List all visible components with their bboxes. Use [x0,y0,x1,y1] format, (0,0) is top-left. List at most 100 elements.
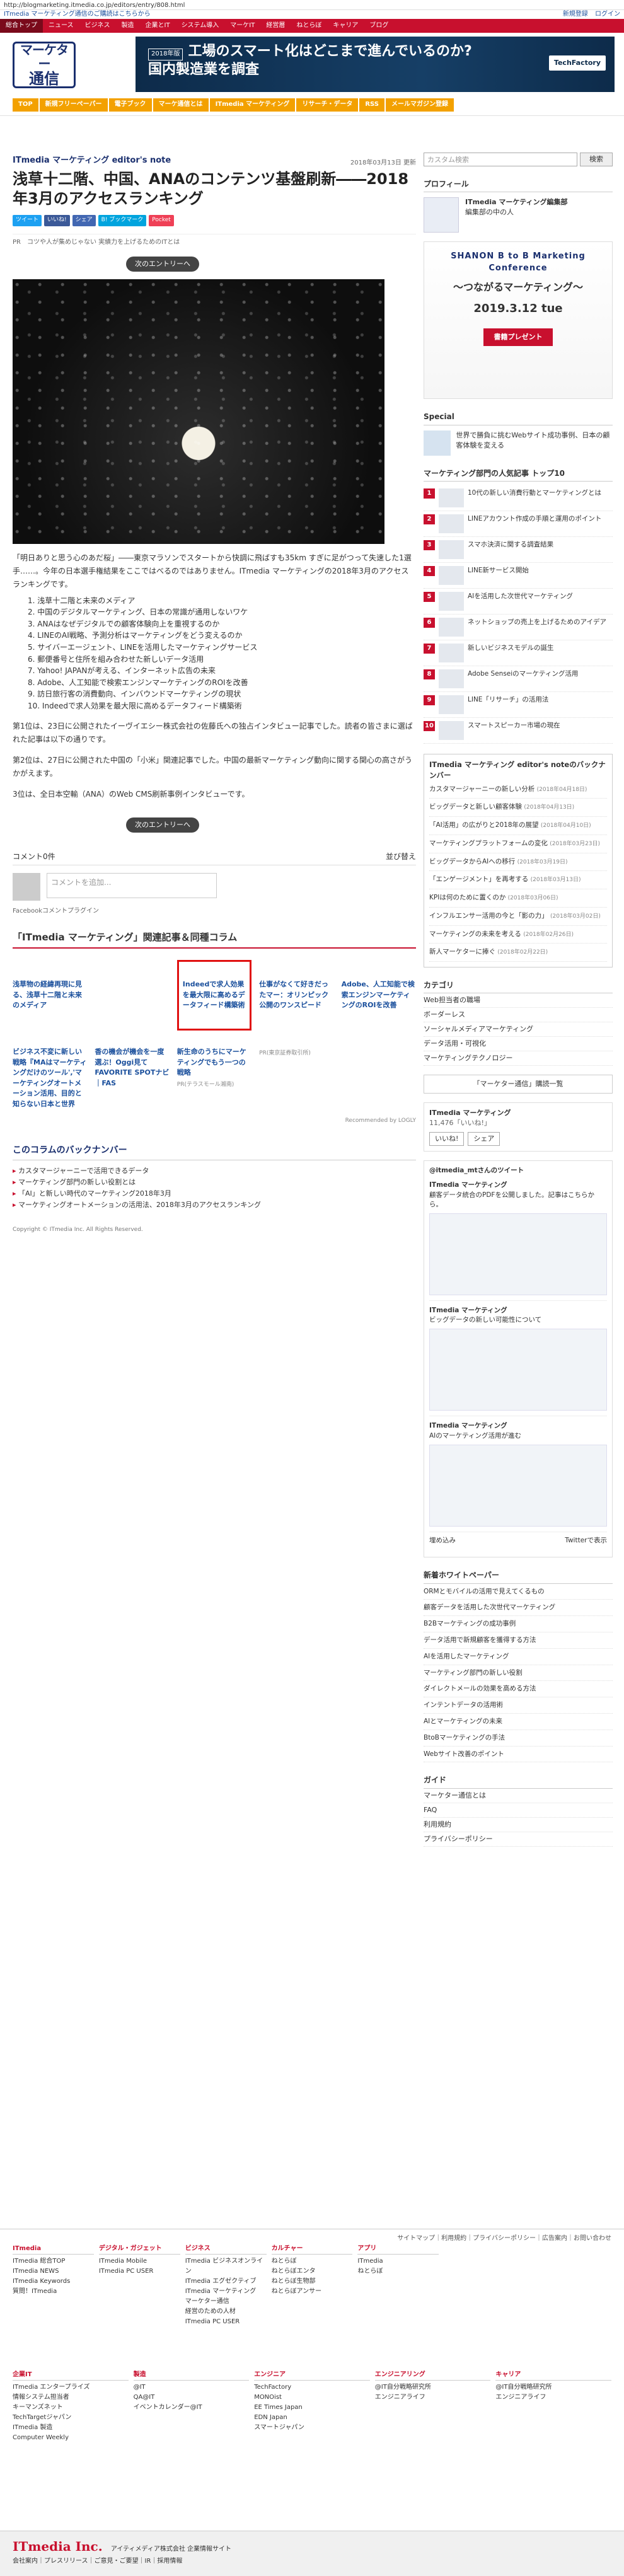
footer-link[interactable]: @IT自分戦略研究所 [495,2383,611,2393]
special-item[interactable]: 世界で勝負に挑むWebサイト成功事例、日本の顧客体験を変える [424,430,613,456]
tweet[interactable]: ITmedia マーケティング ビッグデータの新しい可能性について [429,1301,607,1417]
footer-link[interactable]: MONOist [254,2393,370,2403]
guide-item[interactable]: FAQ [424,1803,613,1818]
comment-input[interactable]: コメントを追加... [47,872,217,898]
footer-link[interactable]: マーケター通信 [185,2297,267,2307]
footer-link[interactable]: ITmedia Keywords [13,2277,94,2287]
whitepaper-item[interactable]: ダイレクトメールの効果を高める方法 [424,1681,613,1698]
subnav-research[interactable]: リサーチ・データ [296,98,359,112]
whitepaper-item[interactable]: Webサイト改善のポイント [424,1747,613,1763]
rank-item[interactable]: 4 LINE新サービス開始 [424,563,613,589]
ranking-item[interactable]: 6. 郵便番号と住所を組み合わせた新しいデータ活用 [28,654,416,666]
whitepaper-item[interactable]: AIとマーケティングの未来 [424,1714,613,1730]
rank-item[interactable]: 8 Adobe Senseiのマーケティング活用 [424,666,613,693]
tweet-button[interactable]: ツイート [13,215,42,227]
fb-like-button[interactable]: いいね! [429,1132,465,1146]
bk-item[interactable]: 「エンゲージメント」を再考する (2018年03月13日) [429,871,607,890]
guide-item[interactable]: プライバシーポリシー [424,1832,613,1847]
related-item[interactable]: PR(東京証券取引所) [259,1047,333,1112]
fb-share-button[interactable]: シェア [468,1132,500,1146]
search-button[interactable]: 検索 [580,153,613,166]
rank-item[interactable]: 9 LINE「リサーチ」の活用法 [424,692,613,719]
subnav-top[interactable]: TOP [13,98,38,112]
related-item[interactable]: ビジネス不変に新しい戦略『MAはマーケティングだけのツール','マーケティングオ… [13,1047,87,1112]
sidebar-ad[interactable]: SHANON B to B Marketing Conference 〜つながる… [424,241,613,400]
category-item[interactable]: ソーシャルメディアマーケティング [424,1022,613,1037]
footer-link[interactable]: 経営のための人材 [185,2307,267,2317]
pr-breadcrumb[interactable]: PR コツや人が集めじゃない 実績力を上げるためのITとは [13,234,416,248]
backnumber-item[interactable]: マーケティングオートメーションの活用法、2018年3月のアクセスランキング [13,1199,416,1211]
whitepaper-item[interactable]: 顧客データを活用した次世代マーケティング [424,1600,613,1617]
footer-link[interactable]: ITmedia エンタープライズ [13,2383,129,2393]
rank-item[interactable]: 6 ネットショップの売上を上げるためのアイデア [424,615,613,641]
bk-item[interactable]: インフルエンサー活用の今と「影の力」 (2018年03月02日) [429,908,607,926]
backnumber-item[interactable]: カスタマージャーニーで活用できるデータ [13,1165,416,1177]
rank-item[interactable]: 5 AIを活用した次世代マーケティング [424,589,613,615]
footer-link[interactable]: ITmedia NEWS [13,2267,94,2277]
tw-embed-link[interactable]: 埋め込み [429,1536,456,1545]
ranking-item[interactable]: 4. LINEのAI戦略、予測分析はマーケティングをどう変えるのか [28,630,416,642]
header-banner-ad[interactable]: 2018年版 工場のスマート化はどこまで進んでいるのか? 国内製造業を調査 Tec… [136,37,615,92]
footer-link[interactable]: @IT [134,2383,250,2393]
footer-link[interactable]: エンジニアライフ [375,2393,491,2403]
rank-item[interactable]: 10 スマートスピーカー市場の現在 [424,718,613,744]
whitepaper-item[interactable]: マーケティング部門の新しい役割 [424,1665,613,1682]
tweet[interactable]: ITmedia マーケティング AIのマーケティング活用が進む [429,1416,607,1532]
ranking-item[interactable]: 8. Adobe、人工知能で検索エンジンマーケティングのROIを改善 [28,677,416,689]
footer-link[interactable]: ITmedia Mobile [99,2256,180,2267]
bk-item[interactable]: ビッグデータからAIへの移行 (2018年03月19日) [429,853,607,872]
whitepaper-item[interactable]: インテントデータの活用術 [424,1697,613,1714]
footer-link[interactable]: イベントカレンダー@IT [134,2403,250,2413]
footer-link[interactable]: 質問！ITmedia [13,2287,94,2297]
share-button[interactable]: シェア [72,215,96,227]
footer-link[interactable]: 情報システム担当者 [13,2393,129,2403]
ranking-item[interactable]: 7. Yahoo! JAPANが考える、インターネット広告の未来 [28,665,416,677]
bk-item[interactable]: カスタマージャーニーの新しい分析 (2018年04月18日) [429,781,607,799]
next-entry-button-bottom[interactable]: 次のエントリーへ [126,817,199,833]
like-button[interactable]: いいね! [44,215,70,227]
footer-link[interactable]: TechTargetジャパン [13,2413,129,2423]
category-item[interactable]: Web担当者の職場 [424,993,613,1008]
ranking-item[interactable]: 3. ANAはなぜデジタルでの顧客体験向上を重視するのか [28,618,416,630]
rank-item[interactable]: 7 新しいビジネスモデルの誕生 [424,640,613,667]
footer-link[interactable]: ねとらぼ生物部 [272,2277,353,2287]
brand-links[interactable]: 会社案内｜プレスリリース｜ご意見・ご要望｜IR｜採用情報 [13,2557,611,2567]
whitepaper-item[interactable]: BtoBマーケティングの手法 [424,1730,613,1747]
nav-home[interactable]: 総合トップ [0,19,43,33]
site-logo[interactable]: マーケター 通信 [13,42,76,88]
itmedia-logo[interactable]: ITmedia Inc. [13,2539,103,2554]
bk-item[interactable]: マーケティングプラットフォームの変化 (2018年03月23日) [429,835,607,853]
footer-link[interactable]: ITmedia [357,2256,439,2267]
footer-link[interactable]: ねとらぼ [272,2256,353,2267]
footer-link[interactable]: Computer Weekly [13,2433,129,2443]
rank-item[interactable]: 2 LINEアカウント作成の手順と運用のポイント [424,511,613,538]
ranking-item[interactable]: 9. 訪日旅行客の消費動向、インバウンドマーケティングの現状 [28,688,416,700]
subnav-itmedia-marketing[interactable]: ITmedia マーケティング [209,98,296,112]
backnumber-item[interactable]: マーケティング部門の新しい役割とは [13,1177,416,1188]
profile-name[interactable]: ITmedia マーケティング編集部 [465,197,568,207]
whitepaper-item[interactable]: データ活用で新規顧客を獲得する方法 [424,1632,613,1649]
nav-news[interactable]: ニュース [43,19,79,33]
category-item[interactable]: マーケティングテクノロジー [424,1051,613,1066]
subscription-list-button[interactable]: 「マーケター通信」購読一覧 [424,1075,613,1094]
nav-netorabo[interactable]: ねとらぼ [291,19,327,33]
next-entry-button[interactable]: 次のエントリーへ [126,256,199,272]
register-link[interactable]: 新規登録 [563,11,588,18]
ranking-item[interactable]: 2. 中国のデジタルマーケティング、日本の常識が通用しないワケ [28,606,416,618]
guide-item[interactable]: 利用規約 [424,1818,613,1832]
footer-link[interactable]: ITmedia ビジネスオンライン [185,2256,267,2277]
related-item[interactable] [342,1047,416,1112]
recommended-by[interactable]: Recommended by LOGLY [13,1117,416,1125]
fb-comment-plugin[interactable]: Facebookコメントプラグイン [13,907,416,916]
tweet[interactable]: ITmedia マーケティング 顧客データ統合のPDFを公開しました。記事はこちら… [429,1175,607,1302]
footer-link[interactable]: ITmedia 製造 [13,2423,129,2433]
search-input[interactable]: カスタム検索 [424,153,577,166]
footer-link[interactable]: ITmedia マーケティング [185,2287,267,2297]
whitepaper-item[interactable]: ORMとモバイルの活用で見えてくるもの [424,1584,613,1600]
nav-enterprise[interactable]: 企業とIT [140,19,176,33]
footer-link[interactable]: ねとらぼ [357,2267,439,2277]
subnav-rss[interactable]: RSS [359,98,384,112]
category-item[interactable]: ボーダーレス [424,1008,613,1023]
category-item[interactable]: データ活用・可視化 [424,1037,613,1052]
related-item[interactable] [95,960,169,1031]
